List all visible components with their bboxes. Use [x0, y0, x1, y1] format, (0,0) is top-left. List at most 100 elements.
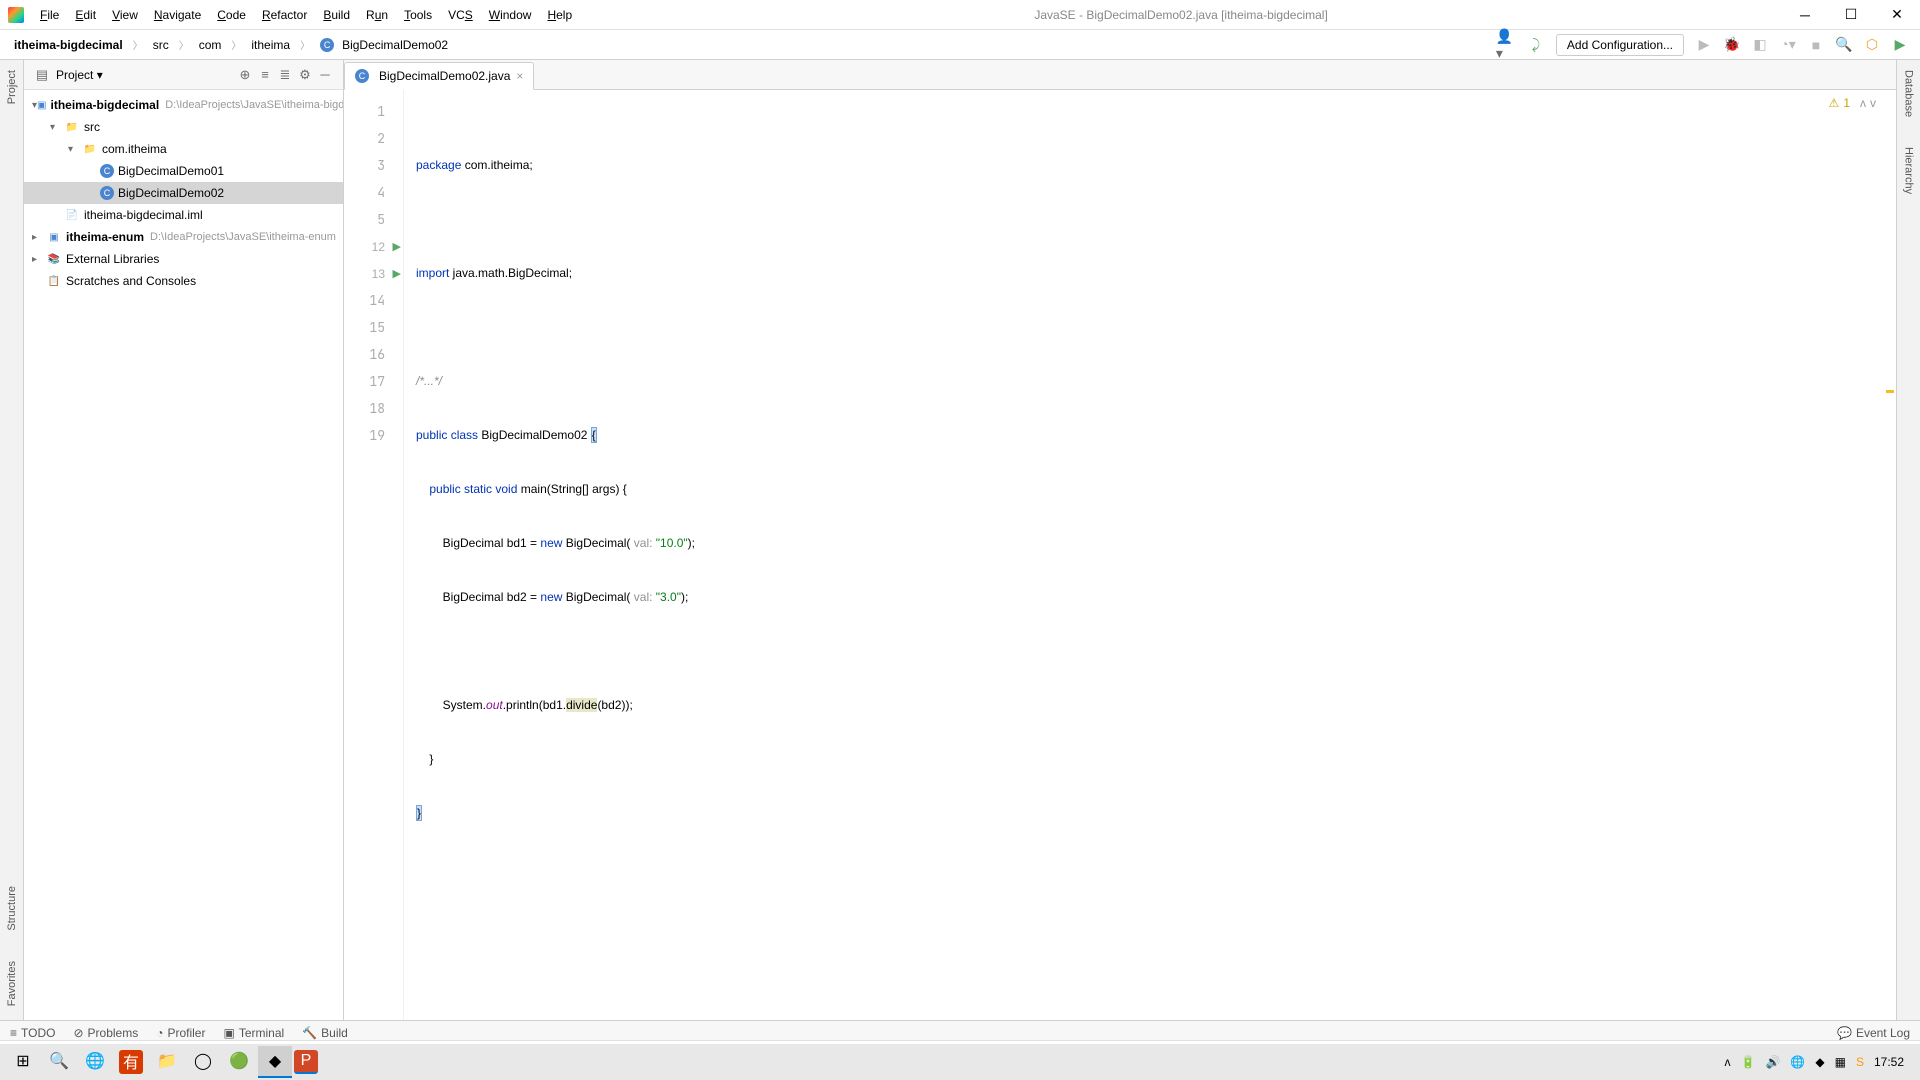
- line-2[interactable]: 2: [344, 125, 403, 152]
- tab-bigdecimaldemo02[interactable]: C BigDecimalDemo02.java ×: [344, 62, 534, 90]
- tray-network-icon[interactable]: 🌐: [1790, 1055, 1805, 1069]
- menu-edit[interactable]: Edit: [67, 0, 104, 30]
- maximize-button[interactable]: ☐: [1828, 0, 1874, 30]
- tree-mod-enum[interactable]: ▸▣ itheima-enum D:\IdeaProjects\JavaSE\i…: [24, 226, 343, 248]
- menu-navigate[interactable]: Navigate: [146, 0, 209, 30]
- tree-file-demo01[interactable]: C BigDecimalDemo01: [24, 160, 343, 182]
- tab-close-icon[interactable]: ×: [516, 69, 523, 83]
- menu-view[interactable]: View: [104, 0, 146, 30]
- menu-build[interactable]: Build: [315, 0, 358, 30]
- tray-app2-icon[interactable]: ▦: [1835, 1055, 1846, 1069]
- crumb-root[interactable]: itheima-bigdecimal: [8, 36, 129, 54]
- coverage-icon[interactable]: ◧: [1748, 33, 1772, 57]
- tool-profiler[interactable]: ◔ Profiler: [156, 1026, 205, 1040]
- tree-package[interactable]: ▾📁 com.itheima: [24, 138, 343, 160]
- close-button[interactable]: ✕: [1874, 0, 1920, 30]
- app-icon-1[interactable]: 有: [119, 1050, 143, 1074]
- tray-app-icon[interactable]: ◆: [1815, 1055, 1824, 1069]
- crumb-itheima[interactable]: itheima: [245, 36, 296, 54]
- next-highlight-icon[interactable]: v: [1870, 96, 1876, 110]
- stripe-database[interactable]: Database: [1903, 70, 1915, 117]
- run-anything-icon[interactable]: ▶: [1888, 33, 1912, 57]
- stripe-hierarchy[interactable]: Hierarchy: [1903, 147, 1915, 194]
- circle-icon[interactable]: ◯: [186, 1046, 220, 1078]
- project-title[interactable]: Project ▾: [56, 68, 235, 82]
- tree-file-demo02[interactable]: C BigDecimalDemo02: [24, 182, 343, 204]
- explorer-icon[interactable]: 📁: [150, 1046, 184, 1078]
- menu-tools[interactable]: Tools: [396, 0, 440, 30]
- line-18[interactable]: 18: [344, 395, 403, 422]
- search-button[interactable]: 🔍: [42, 1046, 76, 1078]
- stop-icon[interactable]: ■: [1804, 33, 1828, 57]
- menu-window[interactable]: Window: [481, 0, 540, 30]
- line-13[interactable]: 13▶: [344, 260, 403, 287]
- stripe-favorites[interactable]: Favorites: [6, 961, 18, 1006]
- tray-chevron-icon[interactable]: ʌ: [1725, 1055, 1731, 1069]
- line-16[interactable]: 16: [344, 341, 403, 368]
- powerpoint-icon[interactable]: P: [294, 1050, 318, 1074]
- project-view-icon[interactable]: ▤: [32, 67, 52, 83]
- line-3[interactable]: 3: [344, 152, 403, 179]
- tree-external-libs[interactable]: ▸📚 External Libraries: [24, 248, 343, 270]
- crumb-file[interactable]: CBigDecimalDemo02: [314, 36, 454, 54]
- line-12[interactable]: 12▶: [344, 233, 403, 260]
- menu-file[interactable]: File: [32, 0, 67, 30]
- stripe-structure[interactable]: Structure: [6, 886, 18, 931]
- edge-icon[interactable]: 🌐: [78, 1046, 112, 1078]
- start-button[interactable]: ⊞: [6, 1046, 40, 1078]
- run-icon[interactable]: ▶: [1692, 33, 1716, 57]
- tray-volume-icon[interactable]: 🔊: [1765, 1055, 1780, 1069]
- line-1[interactable]: 1: [344, 98, 403, 125]
- user-icon[interactable]: 👤▾: [1496, 33, 1520, 57]
- expand-all-icon[interactable]: ≡: [255, 67, 275, 82]
- tree-iml[interactable]: 📄 itheima-bigdecimal.iml: [24, 204, 343, 226]
- tree-src[interactable]: ▾📁 src: [24, 116, 343, 138]
- line-5[interactable]: 5: [344, 206, 403, 233]
- project-header: ▤ Project ▾ ⊕ ≡ ≣ ⚙ ─: [24, 60, 343, 90]
- line-19[interactable]: 19: [344, 422, 403, 449]
- tray-app3-icon[interactable]: S: [1856, 1055, 1864, 1069]
- menu-vcs[interactable]: VCS: [440, 0, 481, 30]
- tool-problems[interactable]: ⊘ Problems: [73, 1026, 138, 1040]
- prev-highlight-icon[interactable]: ʌ: [1860, 96, 1866, 110]
- warning-marker[interactable]: [1886, 390, 1894, 393]
- menu-refactor[interactable]: Refactor: [254, 0, 315, 30]
- tree-root[interactable]: ▾▣ itheima-bigdecimal D:\IdeaProjects\Ja…: [24, 94, 343, 116]
- clock[interactable]: 17:52: [1874, 1055, 1904, 1069]
- build-icon[interactable]: ⤸: [1524, 33, 1548, 57]
- editor-body[interactable]: 1 2 3 4 5 12▶ 13▶ 14 15 16 17 18 19 pack…: [344, 90, 1896, 1026]
- code-content[interactable]: package com.itheima; import java.math.Bi…: [404, 90, 1896, 1026]
- inspection-badge[interactable]: ⚠ 1 ʌ v: [1829, 96, 1876, 110]
- crumb-com[interactable]: com: [193, 36, 228, 54]
- collapse-all-icon[interactable]: ≣: [275, 67, 295, 83]
- tool-terminal[interactable]: ▣ Terminal: [223, 1026, 284, 1040]
- profile-icon[interactable]: ◔▾: [1776, 33, 1800, 57]
- crumb-src[interactable]: src: [147, 36, 175, 54]
- tool-build[interactable]: 🔨 Build: [302, 1026, 348, 1040]
- line-15[interactable]: 15: [344, 314, 403, 341]
- add-configuration-button[interactable]: Add Configuration...: [1556, 34, 1684, 56]
- tool-todo[interactable]: ≡ TODO: [10, 1026, 55, 1040]
- select-opened-file-icon[interactable]: ⊕: [235, 67, 255, 83]
- settings-icon[interactable]: ⚙: [295, 67, 315, 83]
- line-4[interactable]: 4: [344, 179, 403, 206]
- stripe-project[interactable]: Project: [6, 70, 18, 104]
- minimize-button[interactable]: ─: [1782, 0, 1828, 30]
- menu-run[interactable]: Run: [358, 0, 396, 30]
- chrome-icon[interactable]: 🟢: [222, 1046, 256, 1078]
- hide-icon[interactable]: ─: [315, 67, 335, 82]
- error-stripe[interactable]: [1882, 90, 1896, 1026]
- line-14[interactable]: 14: [344, 287, 403, 314]
- menu-help[interactable]: Help: [539, 0, 580, 30]
- line-17[interactable]: 17: [344, 368, 403, 395]
- menu-code[interactable]: Code: [209, 0, 254, 30]
- debug-icon[interactable]: 🐞: [1720, 33, 1744, 57]
- tool-event-log[interactable]: 💬 Event Log: [1837, 1026, 1910, 1040]
- search-icon[interactable]: 🔍: [1832, 33, 1856, 57]
- intellij-taskbar-icon[interactable]: ◆: [258, 1046, 292, 1078]
- ide-update-icon[interactable]: ⬡: [1860, 33, 1884, 57]
- run-main-icon[interactable]: ▶: [393, 267, 401, 280]
- tray-battery-icon[interactable]: 🔋: [1741, 1055, 1756, 1069]
- tree-scratches[interactable]: 📋 Scratches and Consoles: [24, 270, 343, 292]
- run-class-icon[interactable]: ▶: [393, 240, 401, 253]
